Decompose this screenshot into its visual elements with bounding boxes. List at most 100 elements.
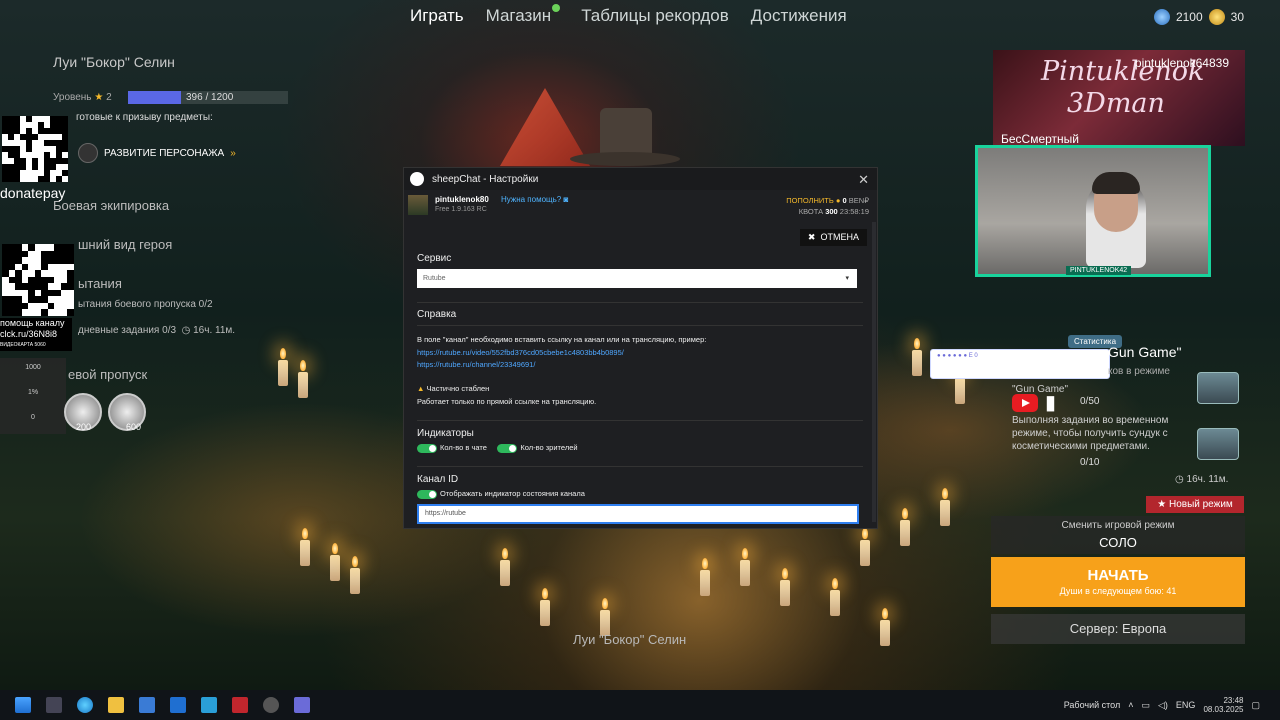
- candle-icon: [700, 558, 710, 596]
- viewers-count-toggle[interactable]: [497, 443, 518, 453]
- qr-cell: [15, 270, 22, 277]
- level-row: Уровень ★ 2: [53, 92, 112, 103]
- daily-timer: 16ч. 11м.: [193, 325, 236, 336]
- qr-cell: [21, 302, 29, 310]
- need-help-link[interactable]: Нужна помощь? ◙: [501, 195, 568, 204]
- indicators-label: Индикаторы: [417, 428, 474, 439]
- qr-cell: [28, 244, 35, 251]
- change-mode-label: Сменить игровой режим: [1061, 520, 1175, 531]
- quest-counter-icon: ▮: [1045, 392, 1057, 414]
- qr-cell: [67, 250, 74, 258]
- nav-shop-label: Магазин: [485, 6, 552, 25]
- logo-line-2: 3Dman: [1067, 88, 1165, 119]
- candle-icon: [860, 528, 870, 566]
- battle-pass-label[interactable]: евой пропуск: [68, 367, 147, 382]
- dialog-scrollbar[interactable]: [872, 222, 876, 522]
- qr-cell: [50, 164, 56, 170]
- qr-cell: [15, 283, 22, 290]
- candle-icon: [940, 488, 950, 526]
- mode-timer: ◷ 16ч. 11м.: [1175, 474, 1228, 485]
- chat-count-toggle[interactable]: [417, 443, 437, 453]
- candle-icon: [298, 360, 308, 398]
- mode-title: Gun Game": [1108, 344, 1182, 360]
- qr-cell: [47, 289, 55, 297]
- currency-display: 2100 30: [1153, 9, 1244, 25]
- help-link-channel[interactable]: https://rutube.ru/channel/23349691/: [417, 360, 535, 369]
- mail-icon[interactable]: [170, 697, 186, 713]
- coin-icon: ●: [835, 196, 841, 205]
- menu-trials[interactable]: ытания: [78, 276, 122, 291]
- server-select[interactable]: Сервер: Европа: [991, 614, 1245, 644]
- candle-icon: [300, 528, 310, 566]
- top-nav: Играть Магазин Таблицы рекордов Достижен…: [410, 4, 847, 26]
- edge-browser-icon[interactable]: [77, 697, 93, 713]
- qr-cell: [62, 146, 68, 152]
- game-launcher-icon[interactable]: [232, 697, 248, 713]
- channel-input[interactable]: https://rutube: [417, 504, 859, 524]
- quest-description: Выполняя задания во временном режиме, чт…: [1012, 415, 1169, 452]
- task-view-icon[interactable]: [46, 697, 62, 713]
- clock-time: 23:48: [1223, 696, 1244, 705]
- new-mode-badge: ★ Новый режим: [1146, 496, 1244, 513]
- goal-bottom: 0: [31, 414, 35, 421]
- warning-row: ▲ Частично стаблен: [417, 384, 489, 393]
- nav-shop[interactable]: Магазин: [485, 4, 561, 26]
- discord-icon[interactable]: [294, 697, 310, 713]
- clock[interactable]: 23:48 08.03.2025: [1203, 696, 1243, 714]
- system-tray: Рабочий стол ˄ ▭ ◁) ENG 23:48 08.03.2025…: [1064, 696, 1260, 714]
- cancel-label: ОТМЕНА: [820, 232, 859, 242]
- notifications-icon[interactable]: ▢: [1251, 700, 1260, 711]
- viewers-count-label: Кол-во зрителей: [520, 443, 578, 452]
- channel-id-label: Канал ID: [417, 474, 459, 485]
- qr-cell: [56, 176, 62, 182]
- develop-character-label: РАЗВИТИЕ ПЕРСОНАЖА: [104, 147, 225, 159]
- settings-dialog: sheepChat - Настройки ✕ pintuklenok80 Ну…: [403, 167, 878, 529]
- balance-box: ПОПОЛНИТЬ ● 0 BEN₽ КВОТА 300 23:58:19: [786, 195, 869, 217]
- nav-achievements[interactable]: Достижения: [751, 6, 847, 26]
- need-help-label: Нужна помощь?: [501, 195, 562, 204]
- language-indicator[interactable]: ENG: [1176, 700, 1196, 710]
- topup-link[interactable]: ПОПОЛНИТЬ: [786, 196, 834, 205]
- help-channel-label: помощь каналу: [0, 318, 65, 328]
- qr-cell: [47, 276, 55, 284]
- network-icon[interactable]: ▭: [1141, 700, 1150, 711]
- cancel-button[interactable]: ✖ ОТМЕНА: [799, 229, 867, 246]
- warning-label: Частично стаблен: [426, 384, 490, 393]
- nav-play[interactable]: Играть: [410, 6, 464, 26]
- develop-character-button[interactable]: РАЗВИТИЕ ПЕРСОНАЖА »: [78, 140, 258, 166]
- chevron-up-icon[interactable]: ˄: [1128, 700, 1133, 710]
- file-explorer-icon[interactable]: [108, 697, 124, 713]
- qr-cell: [47, 257, 55, 264]
- character-name-bottom: Луи "Бокор" Селин: [573, 632, 687, 647]
- qr-cell: [47, 302, 55, 310]
- xp-text: 396 / 1200: [186, 92, 234, 103]
- help-link-video[interactable]: https://rutube.ru/video/552fbd376cd05cbe…: [417, 348, 624, 357]
- change-mode-button[interactable]: Сменить игровой режим СОЛО: [991, 516, 1245, 554]
- close-icon[interactable]: ✕: [858, 172, 869, 188]
- qr-cell: [44, 176, 50, 182]
- candle-icon: [740, 548, 750, 586]
- beans-label: BEN₽: [848, 196, 869, 205]
- obs-icon[interactable]: [263, 697, 279, 713]
- start-button[interactable]: НАЧАТЬ Души в следующем бою: 41: [991, 557, 1245, 607]
- goal-top: 1000: [25, 364, 41, 371]
- nav-leaderboards[interactable]: Таблицы рекордов: [581, 6, 729, 26]
- status-indicator-row: Отображать индикатор состояния канала: [417, 489, 585, 499]
- desktop-label[interactable]: Рабочий стол: [1064, 700, 1121, 710]
- souls-next-fight: Души в следующем бою: 41: [1059, 586, 1177, 596]
- solo-label: СОЛО: [1099, 535, 1137, 550]
- qr-cell: [32, 134, 38, 140]
- service-select[interactable]: Rutube ▾: [417, 269, 857, 288]
- qr-cell: [41, 289, 48, 297]
- telegram-icon[interactable]: [201, 697, 217, 713]
- qr-code-icon: [2, 116, 68, 182]
- qr-cell: [34, 283, 42, 290]
- start-menu-icon[interactable]: [15, 697, 31, 713]
- candle-icon: [500, 548, 510, 586]
- store-icon[interactable]: [139, 697, 155, 713]
- menu-equipment[interactable]: Боевая экипировка: [53, 198, 169, 213]
- menu-appearance[interactable]: шний вид героя: [78, 237, 172, 252]
- status-indicator-toggle[interactable]: [417, 489, 437, 499]
- volume-icon[interactable]: ◁): [1158, 700, 1168, 711]
- goal-percent: 1%: [27, 389, 39, 396]
